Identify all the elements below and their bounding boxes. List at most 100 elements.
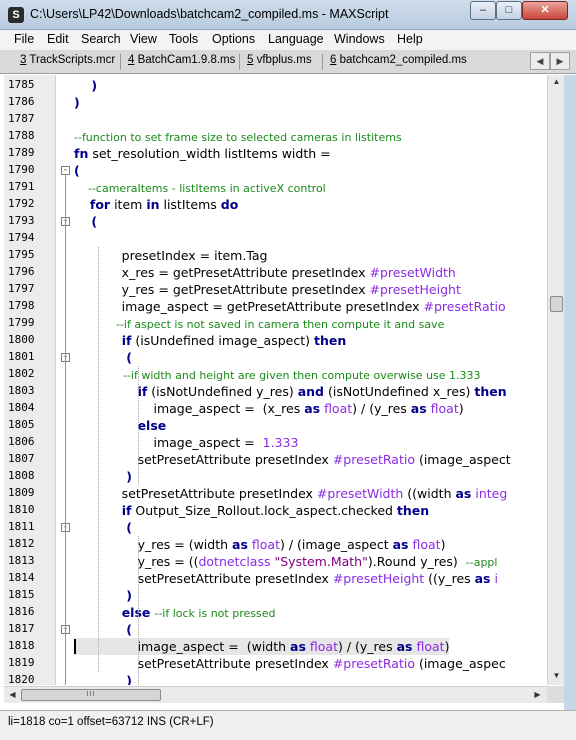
- tab-batchcam2-compiled[interactable]: 6 batchcam2_compiled.ms: [330, 54, 467, 66]
- code-line[interactable]: 1810 if Output_Size_Rollout.lock_aspect.…: [4, 502, 547, 519]
- code-line[interactable]: 1797 y_res = getPresetAttribute presetIn…: [4, 281, 547, 298]
- vertical-scrollbar[interactable]: ▲ ▼: [547, 75, 564, 685]
- code-line[interactable]: 1793- (: [4, 213, 547, 230]
- code-token: ): [74, 588, 132, 603]
- code-line[interactable]: 1795 presetIndex = item.Tag: [4, 247, 547, 264]
- code-token: then: [313, 333, 347, 348]
- scroll-left-arrow-icon[interactable]: ◀: [5, 690, 20, 699]
- code-token: #presetWidth: [316, 486, 404, 501]
- code-line[interactable]: 1794: [4, 230, 547, 247]
- horizontal-scroll-thumb[interactable]: III: [21, 689, 161, 701]
- code-text: (: [74, 519, 132, 536]
- code-editor[interactable]: 1785 ) 1786) 1787 1788 --function to set fra…: [4, 75, 547, 685]
- code-line[interactable]: 1808 ): [4, 468, 547, 485]
- menu-file[interactable]: File: [14, 32, 34, 46]
- maximize-button[interactable]: □: [496, 1, 522, 20]
- code-token: #presetHeight: [332, 571, 425, 586]
- code-line[interactable]: 1785 ): [4, 77, 547, 94]
- tab-scroll-right-button[interactable]: ▶: [550, 52, 570, 70]
- code-line[interactable]: 1788 --function to set frame size to sele…: [4, 128, 547, 145]
- scroll-up-arrow-icon[interactable]: ▲: [549, 77, 564, 86]
- menu-view[interactable]: View: [130, 32, 157, 46]
- code-line[interactable]: 1789 fn set_resolution_width listItems wi…: [4, 145, 547, 162]
- code-line[interactable]: 1790 -(: [4, 162, 547, 179]
- code-line[interactable]: 1796 x_res = getPresetAttribute presetIn…: [4, 264, 547, 281]
- code-line[interactable]: 1807 setPresetAttribute presetIndex #pre…: [4, 451, 547, 468]
- code-line[interactable]: 1818 image_aspect = (width as float) / (…: [4, 638, 547, 655]
- code-line[interactable]: 1819 setPresetAttribute presetIndex #pre…: [4, 655, 547, 672]
- code-text: setPresetAttribute presetIndex #presetRa…: [74, 451, 511, 468]
- code-line[interactable]: 1816 else --if lock is not pressed: [4, 604, 547, 621]
- tab-batchcam198[interactable]: 4 BatchCam1.9.8.ms: [128, 54, 235, 66]
- line-number: 1787: [8, 112, 35, 125]
- code-token: y_res = ((: [74, 554, 199, 569]
- code-token: i: [490, 571, 498, 586]
- code-line[interactable]: 1811- (: [4, 519, 547, 536]
- code-line[interactable]: 1806 image_aspect = 1.333: [4, 434, 547, 451]
- scroll-right-arrow-icon[interactable]: ▶: [530, 690, 545, 699]
- tab-scroll-left-button[interactable]: ◀: [530, 52, 550, 70]
- line-number: 1805: [8, 418, 35, 431]
- line-number: 1790: [8, 163, 35, 176]
- code-line[interactable]: 1814 setPresetAttribute presetIndex #pre…: [4, 570, 547, 587]
- code-text: --cameraItems - listItems in activeX con…: [74, 179, 326, 196]
- code-line[interactable]: 1801- (: [4, 349, 547, 366]
- menu-help[interactable]: Help: [397, 32, 423, 46]
- code-token: float: [324, 401, 353, 416]
- menu-tools[interactable]: Tools: [169, 32, 198, 46]
- tab-label: TrackScripts.mcr: [26, 54, 116, 66]
- code-token: (: [74, 520, 132, 535]
- tab-trackscripts[interactable]: 3 TrackScripts.mcr: [20, 54, 115, 66]
- code-text: presetIndex = item.Tag: [74, 247, 268, 264]
- code-line[interactable]: 1817- (: [4, 621, 547, 638]
- code-line[interactable]: 1820 ): [4, 672, 547, 685]
- code-line[interactable]: 1805 else: [4, 417, 547, 434]
- code-line[interactable]: 1815 ): [4, 587, 547, 604]
- code-token: else: [121, 605, 151, 620]
- code-line[interactable]: 1813 y_res = ((dotnetclass "System.Math"…: [4, 553, 547, 570]
- code-line[interactable]: 1803 if (isNotUndefined y_res) and (isNo…: [4, 383, 547, 400]
- menu-windows[interactable]: Windows: [334, 32, 385, 46]
- line-number: 1814: [8, 571, 35, 584]
- code-token: as: [290, 639, 306, 654]
- code-token: 1.333: [262, 435, 299, 450]
- code-line[interactable]: 1802 --if width and height are given the…: [4, 366, 547, 383]
- line-number: 1797: [8, 282, 35, 295]
- indent-guide: [138, 536, 139, 685]
- menu-search[interactable]: Search: [81, 32, 121, 46]
- tab-separator: [322, 54, 323, 70]
- scroll-down-arrow-icon[interactable]: ▼: [549, 671, 564, 680]
- code-text: else: [74, 417, 167, 434]
- code-token: else: [137, 418, 167, 433]
- code-text: else --if lock is not pressed: [74, 604, 276, 621]
- code-line[interactable]: 1787: [4, 111, 547, 128]
- fold-toggle-icon[interactable]: -: [61, 166, 70, 175]
- code-line[interactable]: 1792 for item in listItems do: [4, 196, 547, 213]
- code-line[interactable]: 1804 image_aspect = (x_res as float) / (…: [4, 400, 547, 417]
- code-token: (isNotUndefined y_res): [147, 384, 298, 399]
- code-line[interactable]: 1791 --cameraItems - listItems in active…: [4, 179, 547, 196]
- title-bar: S C:\Users\LP42\Downloads\batchcam2_comp…: [0, 0, 576, 30]
- code-line[interactable]: 1800 if (isUndefined image_aspect) then: [4, 332, 547, 349]
- line-number: 1816: [8, 605, 35, 618]
- maxscript-logo-icon[interactable]: S: [8, 7, 24, 23]
- code-line[interactable]: 1799 --if aspect is not saved in camera …: [4, 315, 547, 332]
- code-line[interactable]: 1798 image_aspect = getPresetAttribute p…: [4, 298, 547, 315]
- code-text: (: [74, 349, 132, 366]
- menu-options[interactable]: Options: [212, 32, 255, 46]
- scrollbar-corner: [547, 686, 564, 703]
- menu-edit[interactable]: Edit: [47, 32, 69, 46]
- line-number: 1793: [8, 214, 35, 227]
- minimize-button[interactable]: –: [470, 1, 496, 20]
- close-button[interactable]: ✕: [522, 1, 568, 20]
- code-token: (isUndefined image_aspect): [131, 333, 314, 348]
- code-line[interactable]: 1812 y_res = (width as float) / (image_a…: [4, 536, 547, 553]
- menu-language[interactable]: Language: [268, 32, 324, 46]
- code-token: as: [392, 537, 409, 552]
- vertical-scroll-thumb[interactable]: [550, 296, 563, 312]
- code-line[interactable]: 1809 setPresetAttribute presetIndex #pre…: [4, 485, 547, 502]
- horizontal-scrollbar[interactable]: ◀ III ▶: [4, 686, 547, 703]
- code-token: --cameraItems - listItems in activeX con…: [74, 182, 326, 195]
- code-line[interactable]: 1786): [4, 94, 547, 111]
- tab-vfbplus[interactable]: 5 vfbplus.ms: [247, 54, 312, 66]
